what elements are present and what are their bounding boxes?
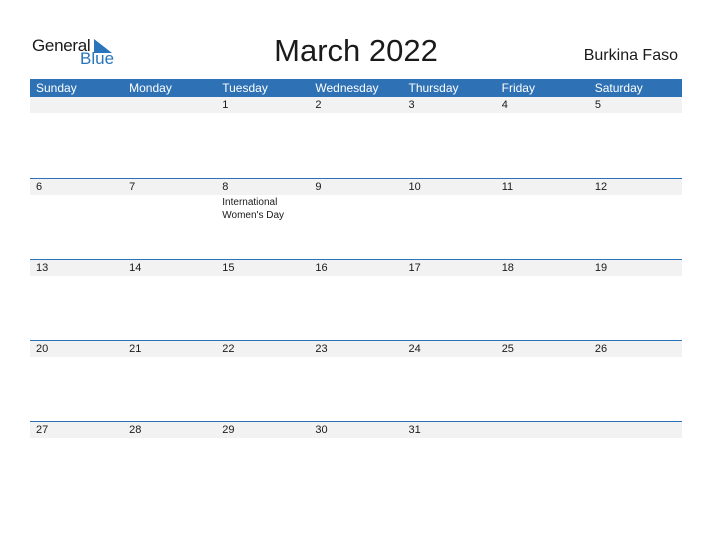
weekday-friday: Friday <box>501 81 535 95</box>
day-number: 22 <box>222 343 235 355</box>
day-cell[interactable]: 31 <box>403 422 496 503</box>
day-number: 15 <box>222 262 235 274</box>
weekday-sunday: Sunday <box>36 81 77 95</box>
weekday-header: Sunday Monday Tuesday Wednesday Thursday… <box>30 79 682 97</box>
day-number: 28 <box>129 424 142 436</box>
day-number: 18 <box>501 262 514 274</box>
day-number: 27 <box>36 424 49 436</box>
weekday-tuesday: Tuesday <box>222 81 268 95</box>
day-cell[interactable]: 29 <box>216 422 309 503</box>
day-cell <box>123 97 216 178</box>
holiday-event: International Women's Day <box>222 197 285 221</box>
day-number: 7 <box>129 181 136 193</box>
day-number: 13 <box>36 262 49 274</box>
day-cell[interactable]: 12 <box>589 179 682 260</box>
day-cell[interactable]: 25 <box>496 341 589 422</box>
weekday-saturday: Saturday <box>594 81 643 95</box>
day-cell <box>30 97 123 178</box>
day-cell[interactable]: 1 <box>216 97 309 178</box>
day-number: 3 <box>408 99 415 111</box>
day-cell[interactable]: 6 <box>30 179 123 260</box>
day-cell <box>589 422 682 503</box>
day-cell[interactable]: 28 <box>123 422 216 503</box>
day-number: 19 <box>594 262 608 274</box>
day-number: 11 <box>501 181 514 193</box>
week-row: 1 2 3 4 5 <box>30 97 682 178</box>
day-number: 10 <box>408 181 421 193</box>
day-number: 1 <box>222 99 229 111</box>
day-number: 2 <box>315 99 322 111</box>
day-cell[interactable]: 24 <box>403 341 496 422</box>
day-cell[interactable]: 4 <box>496 97 589 178</box>
day-number: 25 <box>501 343 514 355</box>
day-cell[interactable]: 10 <box>403 179 496 260</box>
day-cell[interactable]: 21 <box>123 341 216 422</box>
day-number: 14 <box>129 262 142 274</box>
day-cell[interactable]: 19 <box>589 260 682 341</box>
day-cell[interactable]: 3 <box>403 97 496 178</box>
day-cell <box>496 422 589 503</box>
weekday-thursday: Thursday <box>408 81 459 95</box>
day-cell[interactable]: 2 <box>309 97 402 178</box>
week-row: 27 28 29 30 31 <box>30 421 682 503</box>
day-number: 5 <box>594 99 601 111</box>
day-cell[interactable]: 13 <box>30 260 123 341</box>
day-number: 29 <box>222 424 235 436</box>
day-number: 4 <box>501 99 508 111</box>
day-number: 20 <box>36 343 49 355</box>
week-row: 6 7 8 International Women's Day 9 10 11 12 <box>30 178 682 260</box>
day-cell[interactable]: 9 <box>309 179 402 260</box>
day-cell[interactable]: 23 <box>309 341 402 422</box>
day-cell[interactable]: 8 International Women's Day <box>216 179 309 260</box>
day-cell[interactable]: 15 <box>216 260 309 341</box>
weekday-wednesday: Wednesday <box>315 81 379 95</box>
day-number: 17 <box>408 262 421 274</box>
day-number: 6 <box>36 181 43 193</box>
day-number: 24 <box>408 343 421 355</box>
day-cell[interactable]: 16 <box>309 260 402 341</box>
day-cell[interactable]: 20 <box>30 341 123 422</box>
day-cell[interactable]: 14 <box>123 260 216 341</box>
day-cell[interactable]: 11 <box>496 179 589 260</box>
day-cell[interactable]: 22 <box>216 341 309 422</box>
weekday-monday: Monday <box>129 81 172 95</box>
day-cell[interactable]: 5 <box>589 97 682 178</box>
day-number: 12 <box>594 181 608 193</box>
week-row: 20 21 22 23 24 25 26 <box>30 340 682 422</box>
day-number: 8 <box>222 181 229 193</box>
day-number: 9 <box>315 181 322 193</box>
day-cell[interactable]: 7 <box>123 179 216 260</box>
day-number: 30 <box>315 424 328 436</box>
day-cell[interactable]: 27 <box>30 422 123 503</box>
day-cell[interactable]: 18 <box>496 260 589 341</box>
day-number: 26 <box>594 343 608 355</box>
day-number: 23 <box>315 343 328 355</box>
day-cell[interactable]: 30 <box>309 422 402 503</box>
day-number: 21 <box>129 343 142 355</box>
country-label: Burkina Faso <box>583 47 678 64</box>
day-number: 31 <box>408 424 421 436</box>
week-row: 13 14 15 16 17 18 19 <box>30 259 682 341</box>
day-cell[interactable]: 26 <box>589 341 682 422</box>
day-number: 16 <box>315 262 328 274</box>
day-cell[interactable]: 17 <box>403 260 496 341</box>
